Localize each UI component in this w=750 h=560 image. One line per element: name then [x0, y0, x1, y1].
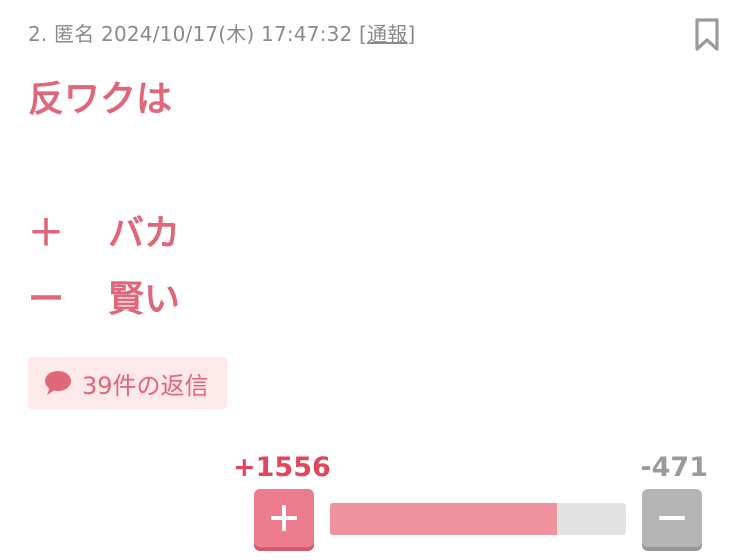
minus-mark: ー — [28, 279, 65, 320]
report-link[interactable]: 通報 — [367, 22, 407, 46]
minus-line: ー 賢い — [28, 282, 180, 348]
report-bracket-open: [ — [359, 22, 368, 46]
comment-body: 反ワクは ＋ バカ ー 賢い — [28, 82, 180, 348]
vote-ratio-fill — [330, 503, 558, 535]
replies-label: 39件の返信 — [82, 371, 209, 400]
plus-vote-count: +1556 — [233, 452, 331, 483]
report-bracket-close: ] — [407, 22, 416, 46]
replies-button[interactable]: 39件の返信 — [28, 357, 227, 409]
comment-card: 2. 匿名 2024/10/17(木) 17:47:32 [通報] 反ワクは ＋… — [0, 0, 750, 560]
minus-icon — [659, 516, 685, 520]
plus-mark: ＋ — [28, 213, 65, 254]
comment-number: 2. — [28, 22, 48, 46]
minus-vote-button[interactable] — [642, 489, 702, 547]
vote-ratio-bar — [330, 503, 626, 535]
comment-author: 匿名 — [54, 22, 95, 46]
plus-line-text: バカ — [108, 213, 181, 254]
bookmark-icon[interactable] — [694, 18, 720, 52]
plus-vote-button[interactable] — [254, 489, 314, 547]
speech-bubble-icon — [45, 371, 71, 395]
minus-line-text: 賢い — [108, 279, 181, 320]
comment-datetime: 2024/10/17(木) 17:47:32 — [101, 22, 353, 46]
plus-line: ＋ バカ — [28, 216, 180, 282]
minus-vote-count: -471 — [640, 452, 708, 483]
comment-meta: 2. 匿名 2024/10/17(木) 17:47:32 [通報] — [28, 18, 415, 47]
comment-title: 反ワクは — [28, 79, 173, 120]
plus-icon — [271, 505, 297, 531]
